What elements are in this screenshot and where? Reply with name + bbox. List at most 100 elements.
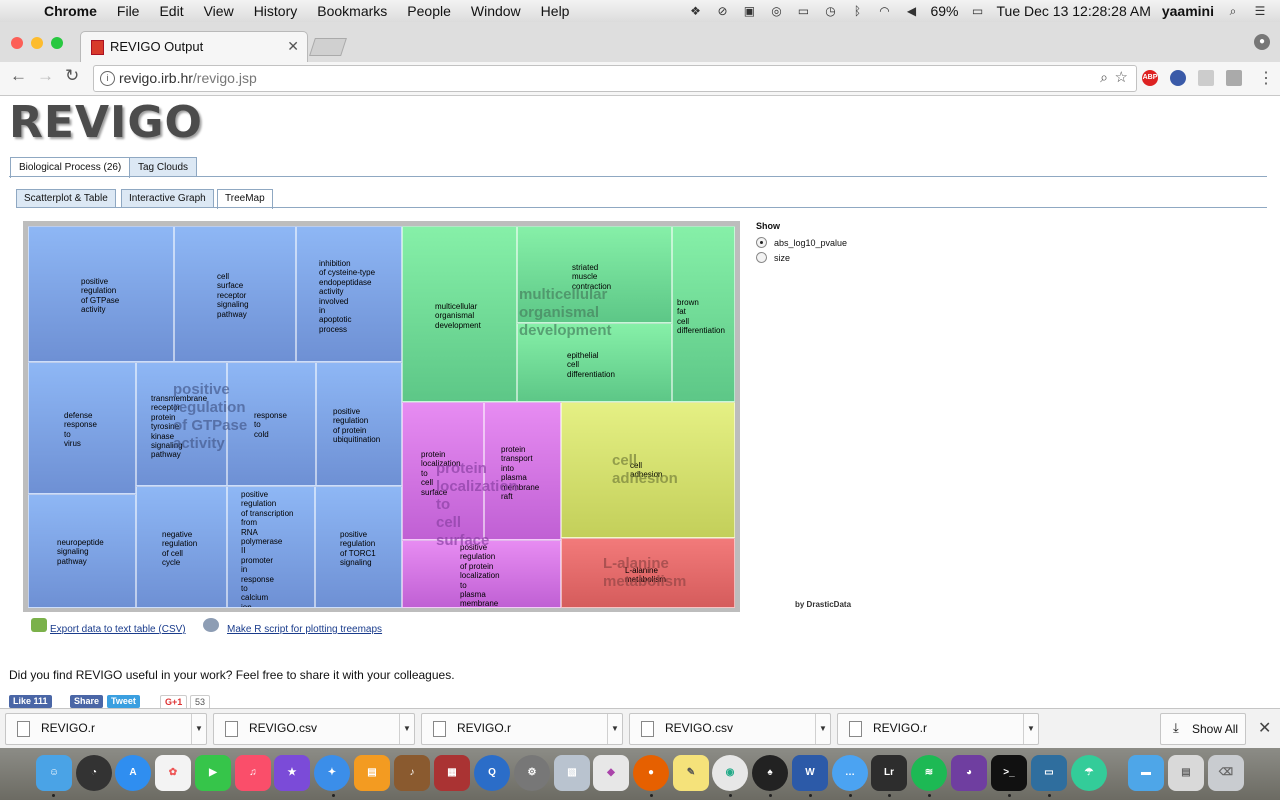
safari-icon[interactable]: ✦ — [314, 755, 350, 791]
color-cube-icon[interactable]: ◆ — [593, 755, 629, 791]
chevron-down-icon[interactable]: ▼ — [191, 714, 206, 744]
chrome-icon[interactable]: ◉ — [712, 755, 748, 791]
treemap-cell[interactable]: negative regulation of cell cycle — [136, 486, 227, 608]
back-arrow-icon[interactable]: ← — [10, 66, 27, 86]
treemap-cell[interactable]: positive regulation of transcription fro… — [227, 486, 315, 608]
app-store-icon[interactable]: A — [115, 755, 151, 791]
dropbox-icon[interactable]: ❖ — [687, 4, 703, 18]
chrome-menu-icon[interactable]: ⋮ — [1258, 68, 1274, 88]
github-icon[interactable]: ◕ — [951, 755, 987, 791]
screen-sharing-icon[interactable]: ▭ — [1031, 755, 1067, 791]
close-downloads-icon[interactable]: ✕ — [1258, 718, 1271, 738]
export-csv-link[interactable]: Export data to text table (CSV) — [50, 624, 186, 635]
volume-icon[interactable]: ◀ — [903, 4, 919, 18]
download-item[interactable]: REVIGO.csv ▼ — [213, 713, 415, 745]
bookmark-star-icon[interactable]: ☆ — [1115, 68, 1128, 86]
photo-booth-icon[interactable]: ▦ — [434, 755, 470, 791]
menu-bookmarks[interactable]: Bookmarks — [307, 3, 397, 19]
circle-slash-icon[interactable]: ⊘ — [714, 4, 730, 18]
menu-file[interactable]: File — [107, 3, 150, 19]
treemap-cell[interactable]: defense response to virus — [28, 362, 136, 494]
chevron-down-icon[interactable]: ▼ — [399, 714, 414, 744]
lightroom-icon[interactable]: Lr — [871, 755, 907, 791]
menu-view[interactable]: View — [194, 3, 244, 19]
battery-percent[interactable]: 69% — [930, 3, 958, 19]
download-item[interactable]: REVIGO.r ▼ — [421, 713, 623, 745]
spotify-icon[interactable]: ≋ — [911, 755, 947, 791]
treemap-cell[interactable]: protein transport into plasma membrane r… — [484, 402, 561, 540]
facebook-like-button[interactable]: Like 111 — [9, 695, 52, 708]
shield-icon[interactable]: ▣ — [741, 4, 757, 18]
quicktime-icon[interactable]: Q — [474, 755, 510, 791]
download-item[interactable]: REVIGO.r ▼ — [5, 713, 207, 745]
terminal-icon[interactable]: >_ — [991, 755, 1027, 791]
flag-extension-icon[interactable] — [1170, 70, 1186, 86]
treemap-cell[interactable]: brown fat cell differentiation — [672, 226, 735, 402]
treemap-cell[interactable]: protein localization to cell surface — [402, 402, 484, 540]
reload-icon[interactable]: ↻ — [65, 66, 79, 86]
downloads-folder-icon[interactable]: ▬ — [1128, 755, 1164, 791]
menu-edit[interactable]: Edit — [149, 3, 193, 19]
adblock-plus-icon[interactable]: ABP — [1142, 70, 1158, 86]
treemap-cell[interactable]: inhibition of cysteine-type endopeptidas… — [296, 226, 402, 362]
chevron-down-icon[interactable]: ▼ — [607, 714, 622, 744]
menu-help[interactable]: Help — [531, 3, 580, 19]
notification-center-icon[interactable]: ☰ — [1252, 4, 1268, 18]
forward-arrow-icon[interactable]: → — [37, 66, 54, 86]
radio-size[interactable] — [756, 252, 767, 263]
itunes-icon[interactable]: ♫ — [235, 755, 271, 791]
clock[interactable]: Tue Dec 13 12:28:28 AM — [997, 3, 1151, 19]
photos-icon[interactable]: ✿ — [155, 755, 191, 791]
treemap-cell[interactable]: neuropeptide signaling pathway — [28, 494, 136, 608]
creative-cloud-icon[interactable]: ◎ — [768, 4, 784, 18]
tab-close-icon[interactable]: ✕ — [287, 38, 299, 55]
treemap-cell[interactable]: positive regulation of TORC1 signaling — [315, 486, 402, 608]
treemap-cell[interactable]: striated muscle contraction — [517, 226, 672, 323]
messages-icon[interactable]: … — [832, 755, 868, 791]
treemap-cell[interactable]: epithelial cell differentiation — [517, 323, 672, 402]
zoom-icon[interactable]: ⌕ — [1100, 69, 1108, 86]
download-item[interactable]: REVIGO.r ▼ — [837, 713, 1039, 745]
chevron-down-icon[interactable]: ▼ — [1023, 714, 1038, 744]
wifi-icon[interactable]: ◠ — [876, 4, 892, 18]
facebook-share-button[interactable]: Share — [70, 695, 104, 708]
stickies-icon[interactable]: ✎ — [673, 755, 709, 791]
r-script-link[interactable]: Make R script for plotting treemaps — [227, 624, 382, 635]
system-preferences-icon[interactable]: ⚙ — [514, 755, 550, 791]
imovie-icon[interactable]: ★ — [274, 755, 310, 791]
tweet-button[interactable]: Tweet — [107, 695, 140, 708]
option-size[interactable]: size — [756, 250, 847, 265]
dashboard-icon[interactable]: ◔ — [76, 755, 112, 791]
treemap-cell[interactable]: L-alanine metabolism — [561, 538, 735, 608]
tab-scatterplot-table[interactable]: Scatterplot & Table — [16, 189, 116, 208]
cyberduck-icon[interactable]: ☂ — [1071, 755, 1107, 791]
menu-people[interactable]: People — [397, 3, 461, 19]
documents-stack-icon[interactable]: ▤ — [1168, 755, 1204, 791]
spades-icon[interactable]: ♠ — [752, 755, 788, 791]
facetime-icon[interactable]: ▶ — [195, 755, 231, 791]
treemap-cell[interactable]: positive regulation of protein localizat… — [402, 540, 561, 608]
page-extension-icon[interactable] — [1198, 70, 1214, 86]
address-bar[interactable]: i revigo.irb.hr/revigo.jsp ⌕ ☆ — [93, 65, 1137, 92]
word-icon[interactable]: W — [792, 755, 828, 791]
trash-icon[interactable]: ⌫ — [1208, 755, 1244, 791]
airplay-icon[interactable]: ▭ — [795, 4, 811, 18]
profile-icon[interactable]: ● — [1254, 34, 1270, 50]
minimize-window-button[interactable] — [31, 37, 43, 49]
tab-biological-process[interactable]: Biological Process (26) — [10, 157, 131, 178]
radio-pvalue[interactable] — [756, 237, 767, 248]
treemap-cell[interactable]: positive regulation of protein ubiquitin… — [316, 362, 402, 486]
treemap-cell[interactable]: multicellular organismal development — [402, 226, 517, 402]
tab-interactive-graph[interactable]: Interactive Graph — [121, 189, 214, 208]
info-icon[interactable]: i — [100, 71, 115, 86]
menu-window[interactable]: Window — [461, 3, 531, 19]
time-machine-icon[interactable]: ◷ — [822, 4, 838, 18]
treemap-cell[interactable]: transmembrane receptor protein tyrosine … — [136, 362, 227, 486]
bluetooth-icon[interactable]: ᛒ — [849, 4, 865, 18]
finder-icon[interactable]: ☺ — [36, 755, 72, 791]
tab-treemap[interactable]: TreeMap — [217, 189, 273, 209]
menu-app-chrome[interactable]: Chrome — [34, 3, 107, 19]
show-all-downloads-button[interactable]: ⤓ Show All — [1160, 713, 1246, 745]
zoom-window-button[interactable] — [51, 37, 63, 49]
k-extension-icon[interactable] — [1226, 70, 1242, 86]
